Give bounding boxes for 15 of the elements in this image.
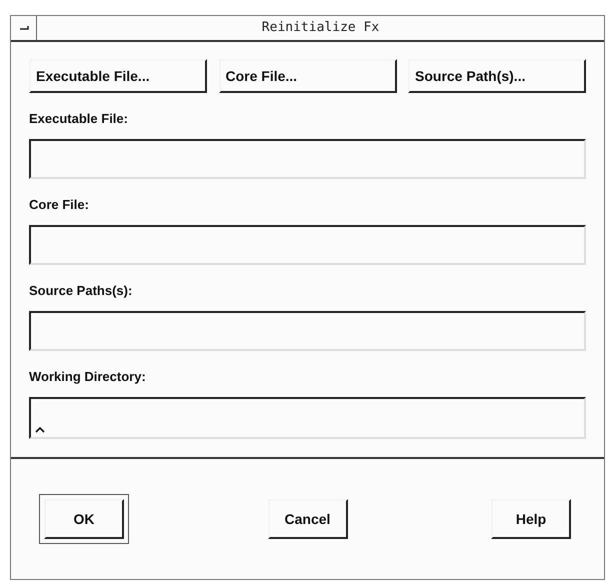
input-field[interactable] [29, 397, 586, 439]
field-label: Working Directory: [29, 368, 147, 386]
input-field[interactable] [29, 139, 586, 179]
menu-bar-icon [18, 25, 28, 31]
input-field[interactable] [29, 311, 586, 351]
field-label: Source Paths(s): [29, 282, 134, 300]
text-cursor-icon [35, 427, 45, 433]
input-field[interactable] [29, 225, 586, 265]
browse-button[interactable]: Source Path(s)... [408, 59, 586, 93]
browse-button[interactable]: Core File... [218, 59, 396, 93]
dialog-button[interactable]: OK [39, 494, 129, 544]
browse-button[interactable]: Executable File... [29, 59, 207, 93]
field-label: Core File: [29, 196, 90, 214]
field-label: Executable File: [29, 110, 129, 128]
window-title: Reinitialize Fx [262, 19, 380, 38]
